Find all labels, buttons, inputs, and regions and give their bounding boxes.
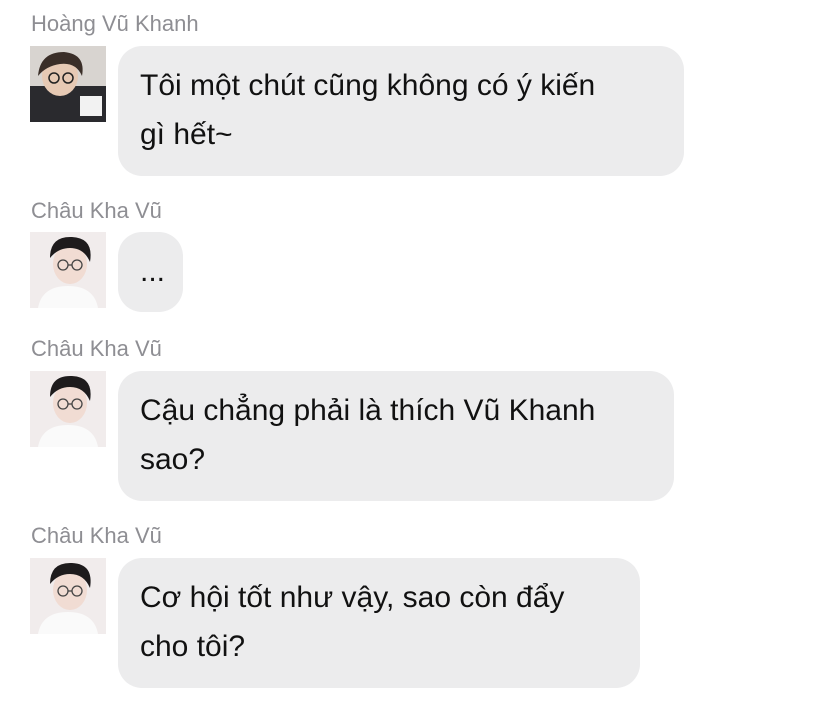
sender-name: Châu Kha Vũ [31,198,162,223]
message-bubble[interactable]: ... [118,232,183,312]
glasses-boy-avatar-icon[interactable] [30,232,106,308]
glasses-boy-avatar-icon[interactable] [30,371,106,447]
dark-hair-boy-avatar-icon[interactable] [30,46,106,122]
glasses-boy-avatar-icon [30,232,106,308]
message-bubble[interactable]: Tôi một chút cũng không có ý kiến gì hết… [118,46,684,176]
message-line: ... [140,255,166,288]
glasses-boy-avatar-icon [30,558,106,634]
message-line: sao? [140,443,206,476]
message-line: Cậu chẳng phải là thích Vũ Khanh [140,394,596,427]
message-line: gì hết~ [140,118,233,151]
message-line: cho tôi? [140,630,246,663]
sender-name: Châu Kha Vũ [31,336,162,361]
message-line: Cơ hội tốt như vậy, sao còn đẩy [140,581,565,614]
message-bubble[interactable]: Cậu chẳng phải là thích Vũ Khanh sao? [118,371,674,501]
sender-name: Châu Kha Vũ [31,523,162,548]
glasses-boy-avatar-icon [30,371,106,447]
sender-name: Hoàng Vũ Khanh [31,11,199,36]
message-bubble[interactable]: Cơ hội tốt như vậy, sao còn đẩy cho tôi? [118,558,640,688]
glasses-boy-avatar-icon[interactable] [30,558,106,634]
message-line: Tôi một chút cũng không có ý kiến [140,69,596,102]
dark-hair-boy-avatar-icon [30,46,106,122]
